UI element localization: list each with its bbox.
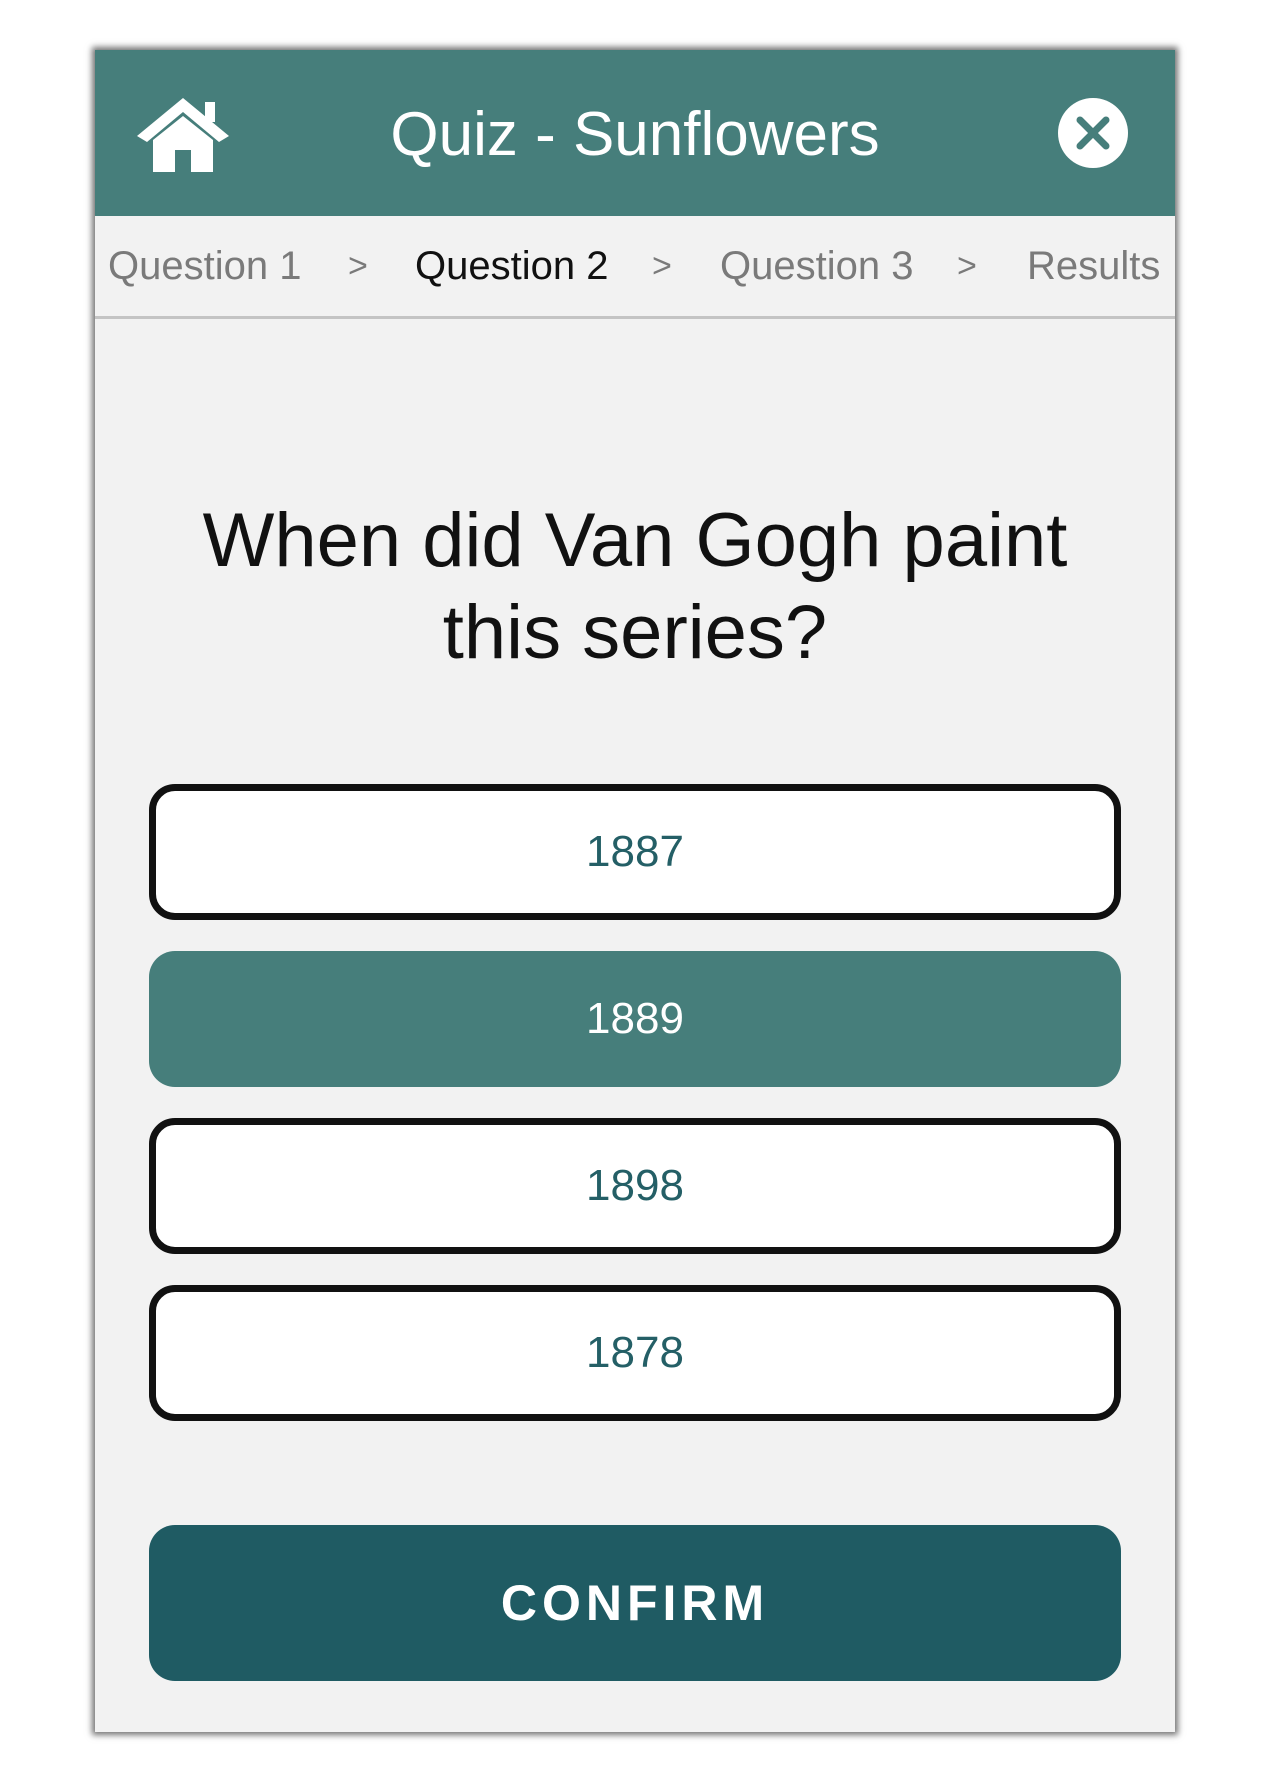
answer-option-1878[interactable]: 1878 xyxy=(149,1285,1121,1421)
answer-option-1889-selected[interactable]: 1889 xyxy=(149,951,1121,1087)
answer-option-1898[interactable]: 1898 xyxy=(149,1118,1121,1254)
progress-breadcrumb: Question 1 > Question 2 > Question 3 > R… xyxy=(95,216,1175,319)
step-question-3[interactable]: Question 3 xyxy=(720,216,913,316)
app-header: Quiz - Sunflowers xyxy=(95,50,1175,216)
quiz-screen: Quiz - Sunflowers Question 1 > Question … xyxy=(95,50,1175,1732)
step-separator: > xyxy=(652,247,672,285)
question-line-2: this series? xyxy=(442,590,828,675)
home-icon xyxy=(137,98,229,172)
step-question-2[interactable]: Question 2 xyxy=(415,216,608,316)
step-results[interactable]: Results xyxy=(1027,216,1160,316)
answer-option-1887[interactable]: 1887 xyxy=(149,784,1121,920)
close-button[interactable] xyxy=(1058,98,1128,168)
step-separator: > xyxy=(348,247,368,285)
home-button[interactable] xyxy=(133,94,233,174)
close-icon xyxy=(1076,116,1110,150)
question-line-1: When did Van Gogh paint xyxy=(202,498,1068,583)
question-text: When did Van Gogh paint this series? xyxy=(155,495,1115,679)
page-title: Quiz - Sunflowers xyxy=(390,100,880,169)
confirm-button[interactable]: CONFIRM xyxy=(149,1525,1121,1681)
step-question-1[interactable]: Question 1 xyxy=(108,216,301,316)
step-separator: > xyxy=(957,247,977,285)
